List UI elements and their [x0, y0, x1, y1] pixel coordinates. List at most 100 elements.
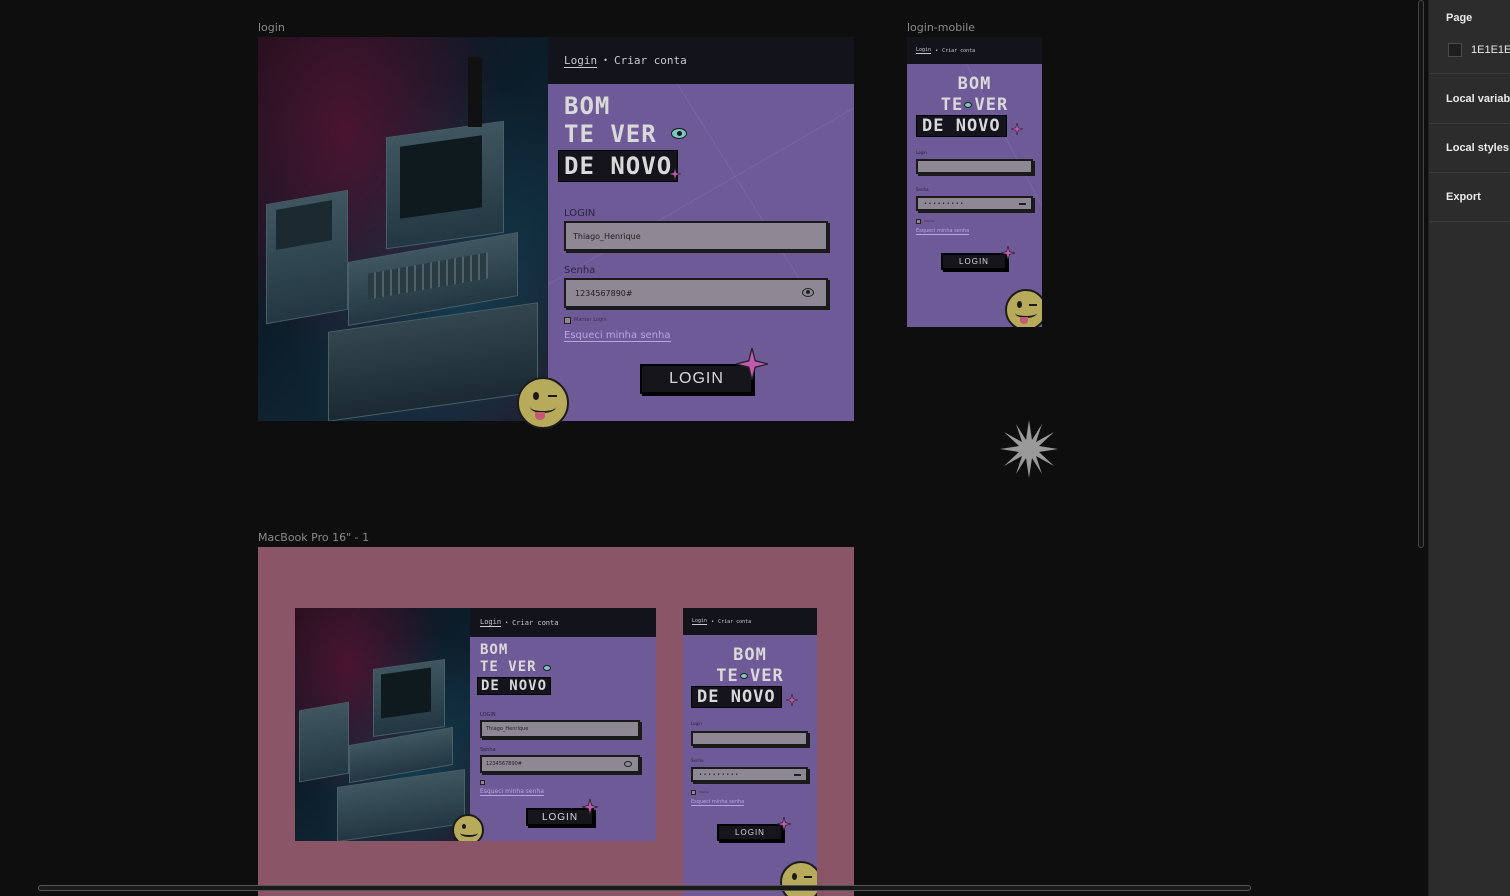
login-input[interactable]: Thiago_Henrique: [480, 720, 640, 738]
sparkle-icon: [777, 817, 791, 831]
nav-separator: •: [935, 47, 939, 54]
local-styles-title[interactable]: Local styles: [1446, 142, 1509, 154]
page-color-value[interactable]: 1E1E1E: [1471, 44, 1510, 56]
eye-icon: [671, 128, 687, 139]
auth-nav-bar: Login • Criar conta: [548, 37, 854, 84]
winking-smiley-icon: [1005, 289, 1042, 327]
auth-nav-bar: Login • Criar conta: [907, 37, 1042, 64]
forgot-password-link[interactable]: Esqueci minha senha: [564, 330, 671, 342]
tab-criar-conta[interactable]: Criar conta: [512, 619, 558, 627]
password-input-value: • • • • • • • • •: [924, 200, 964, 207]
login-field-label: LOGIN: [564, 208, 596, 219]
auth-nav-bar: Login • Criar conta: [470, 608, 656, 637]
heading-line-2: TE VER: [480, 659, 537, 675]
frame-macbook[interactable]: Login • Criar conta BOM TE VER DE NOVO L…: [258, 547, 854, 896]
hide-password-icon[interactable]: [1019, 203, 1026, 205]
sparkle-icon: [669, 168, 681, 180]
login-input-value: Thiago_Henrique: [486, 726, 529, 732]
properties-panel: Page 1E1E1E Local variab Local styles Ex…: [1428, 0, 1510, 896]
mobile-login-instance[interactable]: Login • Criar conta BOM TE VER DE NOVO L…: [683, 608, 817, 896]
hide-password-icon[interactable]: [794, 774, 801, 776]
winking-smiley-icon: [517, 377, 569, 429]
local-styles-section[interactable]: Local styles: [1429, 124, 1510, 173]
eye-icon: [543, 665, 551, 671]
heading-line-3: DE NOVO: [691, 686, 782, 708]
login-field-label: Login: [916, 150, 927, 155]
vertical-scrollbar[interactable]: [1418, 0, 1424, 548]
export-title[interactable]: Export: [1446, 191, 1481, 203]
login-form-panel: BOM TE VER DE NOVO LOGIN Thiago_Henrique…: [470, 637, 656, 841]
password-input[interactable]: • • • • • • • • •: [916, 196, 1033, 211]
horizontal-scrollbar[interactable]: [38, 885, 1251, 891]
design-canvas[interactable]: login Login • Criar conta BOM TE VER DE …: [0, 0, 1428, 896]
heading-line-2: TE VER: [716, 666, 784, 686]
login-input-value: Thiago_Henrique: [573, 231, 641, 241]
password-field-label: Senha: [916, 187, 929, 192]
remember-checkbox[interactable]: [480, 780, 485, 785]
password-input[interactable]: 1234567890#: [480, 755, 640, 773]
password-input-value: • • • • • • • • •: [699, 771, 739, 778]
starburst-icon[interactable]: [1000, 420, 1058, 478]
password-field-label: Senha: [691, 758, 704, 763]
login-input[interactable]: Thiago_Henrique: [564, 221, 828, 251]
heading-line-1: BOM: [733, 645, 767, 665]
show-password-icon[interactable]: [624, 761, 632, 767]
password-input[interactable]: • • • • • • • • •: [691, 767, 808, 782]
forgot-password-link[interactable]: Esqueci minha senha: [480, 788, 544, 796]
tab-login[interactable]: Login: [480, 618, 502, 627]
tab-login[interactable]: Login: [692, 618, 708, 625]
show-password-icon[interactable]: [802, 288, 814, 297]
sparkle-icon: [582, 799, 598, 815]
nav-separator: •: [603, 56, 608, 65]
frame-label-macbook[interactable]: MacBook Pro 16" - 1: [258, 531, 369, 544]
eye-icon: [740, 673, 748, 679]
login-input[interactable]: [691, 731, 808, 746]
password-field-label: Senha: [564, 265, 596, 276]
password-input[interactable]: 1234567890#: [564, 278, 828, 308]
eye-icon: [964, 102, 972, 108]
frame-label-login[interactable]: login: [258, 21, 285, 34]
forgot-password-link[interactable]: Esqueci minha senha: [916, 228, 970, 235]
forgot-password-link[interactable]: Esqueci minha senha: [691, 799, 745, 806]
heading-line-1: BOM: [480, 642, 509, 658]
heading-line-1: BOM: [957, 74, 992, 94]
nav-separator: •: [711, 618, 715, 625]
remember-checkbox[interactable]: [691, 790, 696, 795]
tab-login[interactable]: Login: [916, 47, 932, 54]
heading-line-3: DE NOVO: [477, 677, 552, 695]
export-section[interactable]: Export: [1429, 173, 1510, 222]
password-field-label: Senha: [480, 747, 496, 753]
retro-computer-photo: [295, 608, 470, 841]
tab-criar-conta[interactable]: Criar conta: [942, 48, 975, 54]
frame-login[interactable]: Login • Criar conta BOM TE VER DE NOVO L…: [258, 37, 854, 429]
retro-computer-photo: [258, 37, 548, 421]
nav-separator: •: [505, 619, 509, 626]
heading-line-2: TE VER: [940, 95, 1009, 115]
tab-criar-conta[interactable]: Criar conta: [718, 619, 751, 625]
login-form-panel: BOM TE VER DE NOVO Login Senha • • • • •…: [683, 635, 817, 896]
frame-login-mobile[interactable]: Login • Criar conta BOM TE VER DE NOVO L…: [907, 37, 1042, 327]
login-button[interactable]: LOGIN: [717, 824, 783, 841]
remember-checkbox[interactable]: [916, 219, 921, 224]
login-button[interactable]: LOGIN: [941, 253, 1007, 270]
password-input-value: 1234567890#: [575, 288, 633, 298]
heading-line-3: DE NOVO: [916, 115, 1007, 137]
sparkle-icon: [1001, 246, 1015, 260]
frame-label-login-mobile[interactable]: login-mobile: [907, 21, 975, 34]
sparkle-icon: [736, 348, 768, 380]
local-variables-title[interactable]: Local variab: [1446, 93, 1510, 105]
password-input-value: 1234567890#: [486, 761, 523, 767]
remember-checkbox[interactable]: [564, 317, 571, 324]
heading-line-3: DE NOVO: [558, 150, 679, 182]
remember-label: Manter Login: [574, 317, 607, 323]
winking-smiley-icon: [452, 814, 484, 841]
tab-login[interactable]: Login: [564, 54, 598, 68]
page-color-swatch[interactable]: [1448, 43, 1462, 57]
desktop-login-instance[interactable]: Login • Criar conta BOM TE VER DE NOVO L…: [295, 608, 656, 841]
tab-criar-conta[interactable]: Criar conta: [614, 54, 687, 67]
local-variables-section[interactable]: Local variab: [1429, 74, 1510, 124]
page-section-title: Page: [1446, 12, 1473, 24]
login-field-label: Login: [691, 721, 702, 726]
heading-line-2: TE VER: [564, 120, 657, 148]
login-input[interactable]: [916, 159, 1033, 174]
